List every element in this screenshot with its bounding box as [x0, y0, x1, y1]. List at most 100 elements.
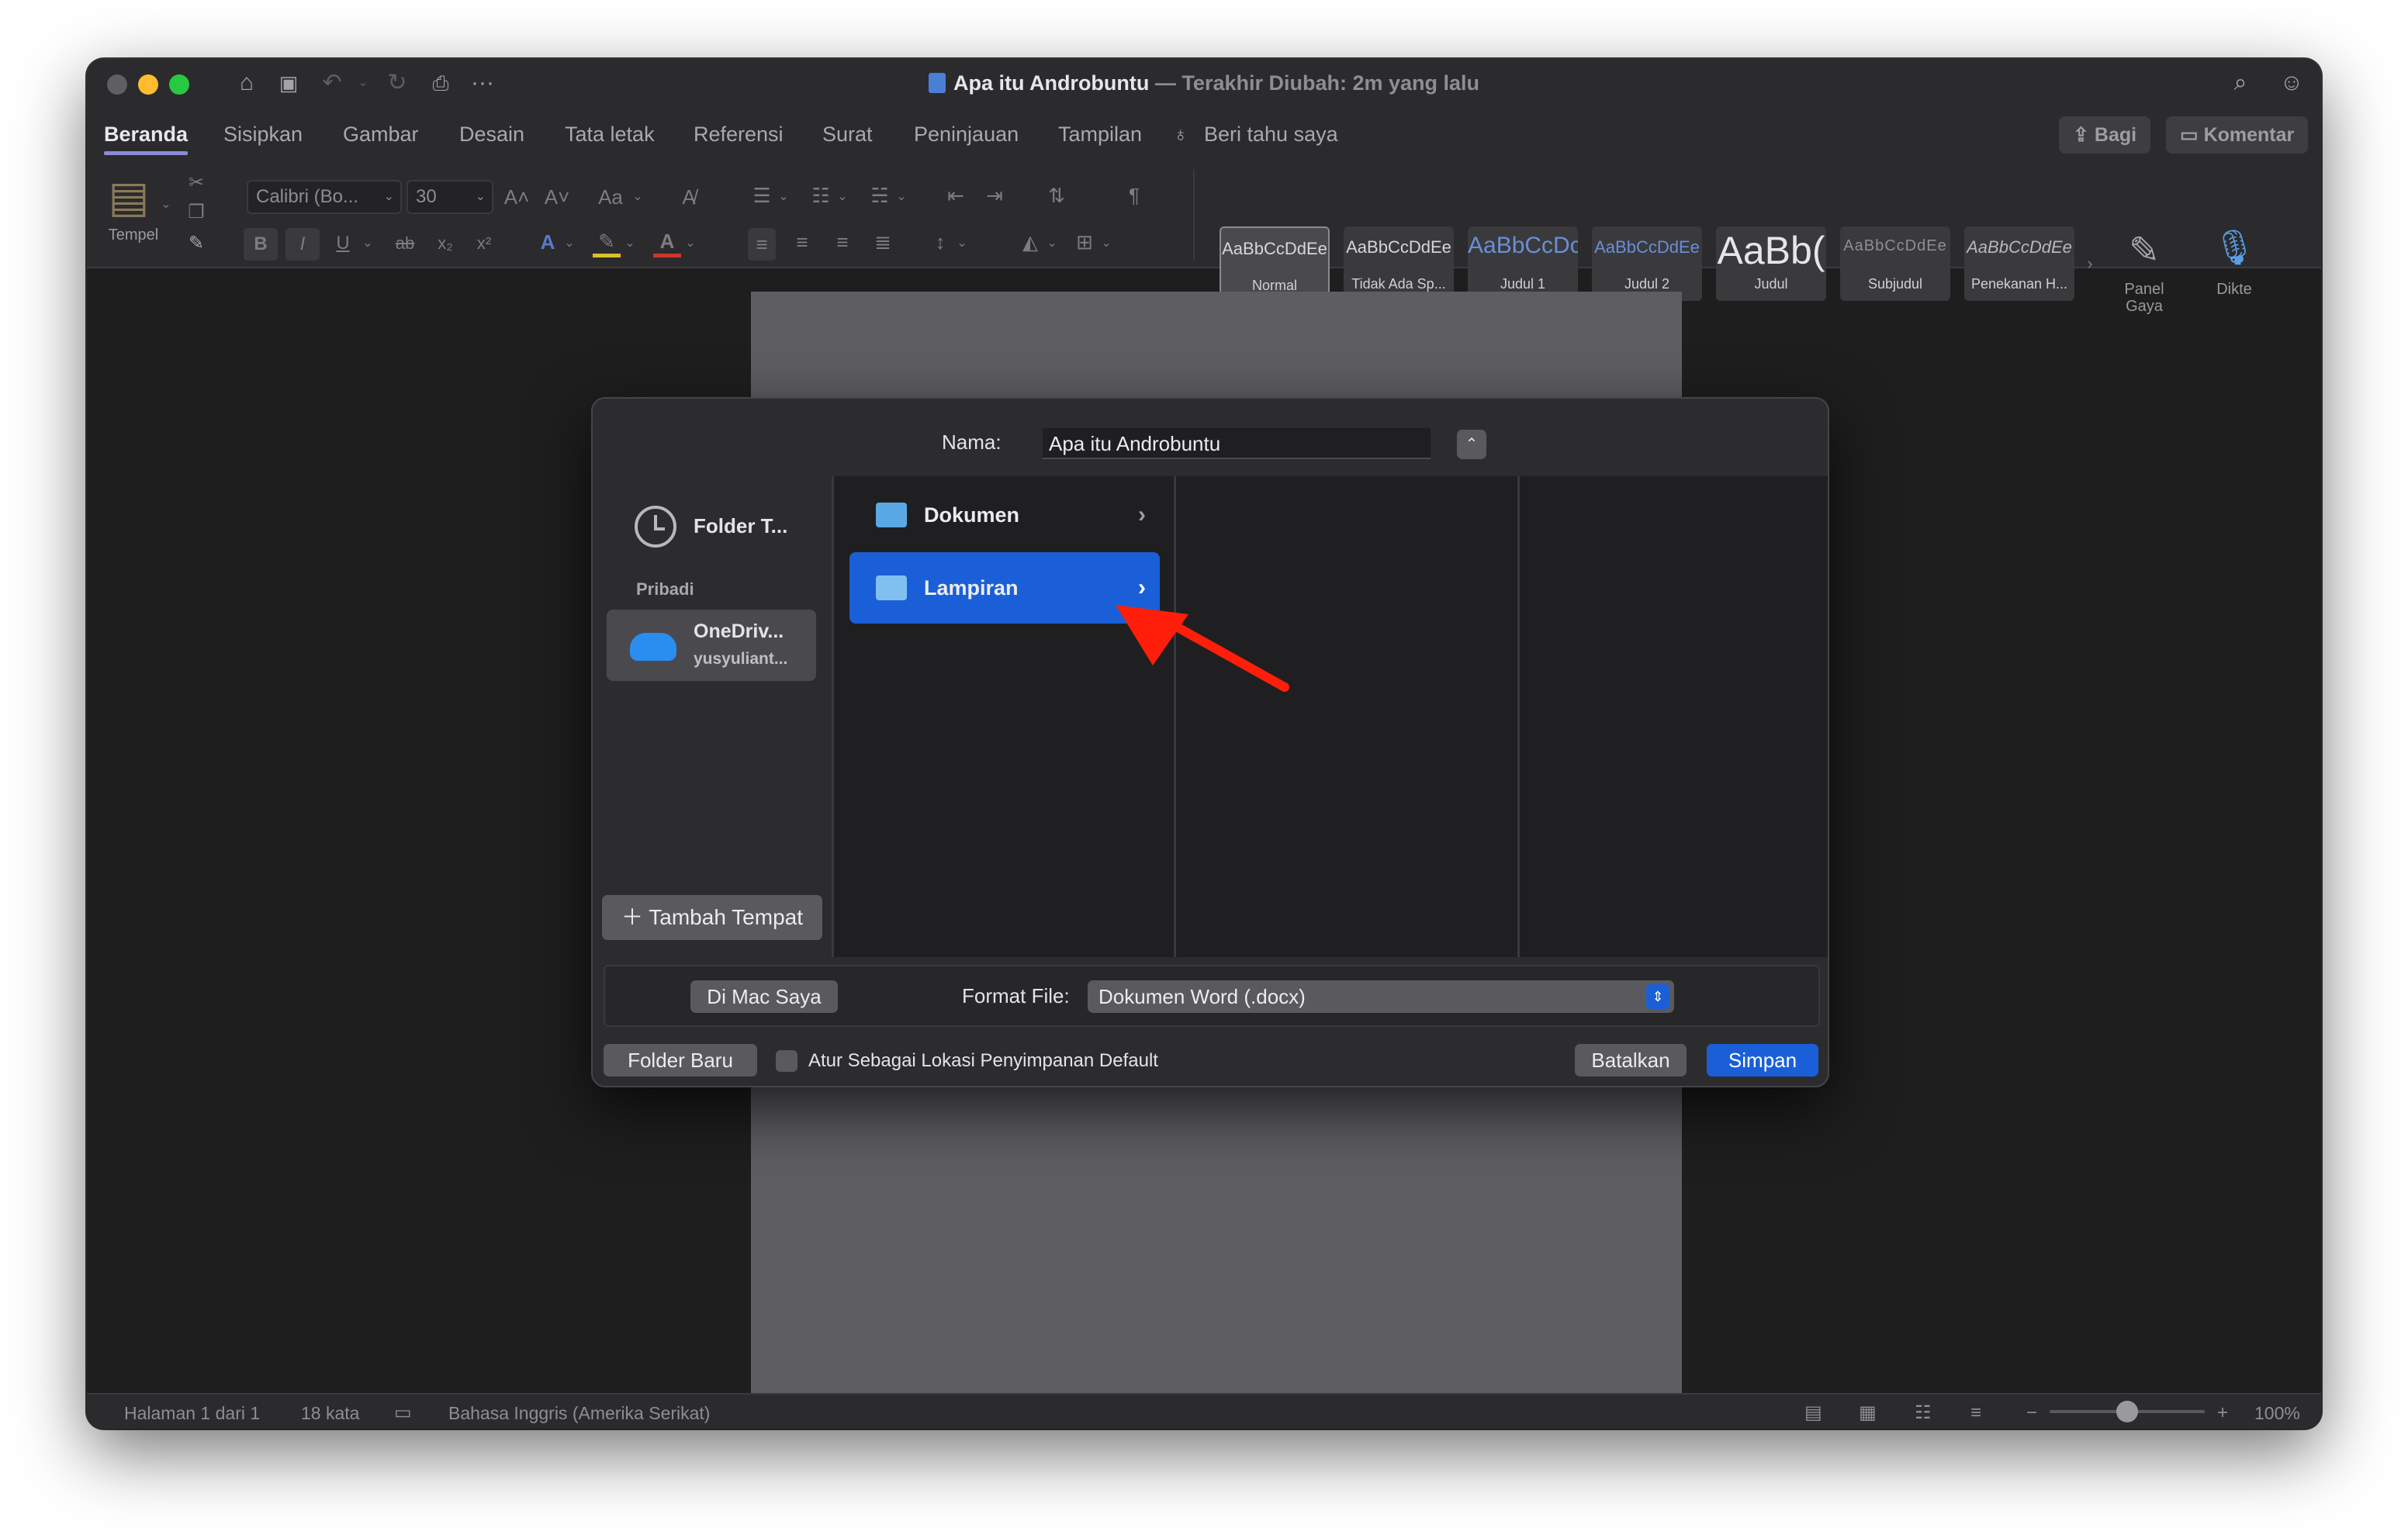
- folder-row-lampiran[interactable]: Lampiran ›: [849, 552, 1160, 624]
- chevron-down-icon[interactable]: ⌄: [1044, 230, 1060, 257]
- dialog-sidebar: Folder T... Pribadi OneDriv... yusyulian…: [593, 476, 833, 957]
- style-heading-2[interactable]: AaBbCcDdEe Judul 2: [1592, 226, 1702, 301]
- chevron-down-icon[interactable]: ⌄: [622, 230, 638, 257]
- style-subtitle[interactable]: AaBbCcDdEe Subjudul: [1840, 226, 1950, 301]
- borders-icon[interactable]: ⊞: [1069, 228, 1100, 256]
- style-title[interactable]: AaBb( Judul: [1716, 226, 1826, 301]
- decrease-indent-icon[interactable]: ⇤: [940, 181, 971, 209]
- web-layout-view-icon[interactable]: ▦: [1859, 1402, 1877, 1424]
- sidebar-item-onedrive[interactable]: OneDriv... yusyuliant...: [607, 610, 816, 681]
- style-normal[interactable]: AaBbCcDdEe Normal: [1220, 226, 1330, 301]
- zoom-out-icon[interactable]: −: [2026, 1402, 2037, 1424]
- comments-button[interactable]: ▭ Komentar: [2166, 116, 2309, 154]
- cut-icon[interactable]: ✂: [185, 169, 208, 197]
- paste-icon[interactable]: ▤: [106, 171, 152, 223]
- underline-button[interactable]: U: [327, 230, 358, 257]
- proofing-icon[interactable]: ▭: [394, 1402, 412, 1424]
- zoom-slider-track[interactable]: [2050, 1401, 2205, 1422]
- align-center-icon[interactable]: ≡: [788, 228, 816, 256]
- tab-tata-letak[interactable]: Tata letak: [565, 121, 655, 147]
- subscript-button[interactable]: x₂: [428, 230, 462, 257]
- numbering-icon[interactable]: ☷: [805, 181, 836, 209]
- share-button[interactable]: ⇪ Bagi: [2059, 116, 2151, 154]
- font-name-select[interactable]: Calibri (Bo... ⌄: [247, 180, 402, 214]
- increase-indent-icon[interactable]: ⇥: [979, 181, 1010, 209]
- highlight-icon[interactable]: ✎: [593, 228, 621, 257]
- style-heading-1[interactable]: AaBbCcDc Judul 1: [1468, 226, 1578, 301]
- chevron-down-icon[interactable]: ⌄: [894, 183, 909, 211]
- tab-peninjauan[interactable]: Peninjauan: [914, 121, 1019, 147]
- print-layout-view-icon[interactable]: ▤: [1804, 1402, 1822, 1424]
- tab-sisipkan[interactable]: Sisipkan: [223, 121, 303, 147]
- cancel-button[interactable]: Batalkan: [1575, 1044, 1687, 1077]
- share-icon: ⇪: [2073, 124, 2095, 146]
- chevron-down-icon[interactable]: ⌄: [562, 230, 577, 257]
- style-no-spacing[interactable]: AaBbCcDdEe Tidak Ada Sp...: [1344, 226, 1454, 301]
- sidebar-item-recent[interactable]: Folder T...: [694, 513, 787, 538]
- outline-view-icon[interactable]: ☷: [1915, 1402, 1932, 1424]
- bold-button[interactable]: B: [244, 228, 278, 261]
- language-status[interactable]: Bahasa Inggris (Amerika Serikat): [448, 1402, 710, 1424]
- font-size-select[interactable]: 30 ⌄: [407, 180, 493, 214]
- chevron-down-icon[interactable]: ⌄: [360, 230, 375, 257]
- on-my-mac-button[interactable]: Di Mac Saya: [690, 980, 838, 1013]
- line-spacing-icon[interactable]: ↕: [925, 228, 956, 256]
- multilevel-list-icon[interactable]: ☵: [864, 181, 895, 209]
- draft-view-icon[interactable]: ≡: [1970, 1402, 1981, 1424]
- chevron-down-icon[interactable]: ⌄: [835, 183, 850, 211]
- style-subtle-emphasis[interactable]: AaBbCcDdEe Penekanan H...: [1964, 226, 2074, 301]
- page-count[interactable]: Halaman 1 dari 1: [124, 1402, 260, 1424]
- chevron-down-icon: ⌄: [475, 190, 486, 203]
- tab-surat[interactable]: Surat: [822, 121, 873, 147]
- chevron-down-icon[interactable]: ⌄: [630, 183, 645, 211]
- italic-button[interactable]: I: [285, 228, 320, 261]
- zoom-level[interactable]: 100%: [2254, 1402, 2300, 1424]
- save-button[interactable]: Simpan: [1707, 1044, 1818, 1077]
- zoom-slider-thumb[interactable]: [2116, 1401, 2138, 1422]
- filename-input[interactable]: Apa itu Androbuntu: [1043, 428, 1431, 459]
- shrink-font-button[interactable]: A˅: [541, 183, 573, 211]
- superscript-button[interactable]: x²: [467, 230, 501, 257]
- file-format-select[interactable]: Dokumen Word (.docx) ⇕: [1088, 980, 1674, 1013]
- align-right-icon[interactable]: ≡: [829, 228, 856, 256]
- tab-desain[interactable]: Desain: [459, 121, 524, 147]
- add-place-button[interactable]: ＋ Tambah Tempat: [602, 895, 822, 940]
- save-dialog: Nama: Apa itu Androbuntu ⌃ Folder T... P…: [591, 397, 1829, 1087]
- strikethrough-button[interactable]: ab: [388, 230, 422, 257]
- paste-dropdown-icon[interactable]: ⌄: [157, 191, 175, 219]
- chevron-down-icon[interactable]: ⌄: [954, 230, 970, 257]
- zoom-in-icon[interactable]: +: [2217, 1402, 2228, 1424]
- dictate-microphone-icon[interactable]: 🎙: [2211, 225, 2258, 271]
- show-formatting-button[interactable]: ¶: [1119, 181, 1150, 209]
- tab-gambar[interactable]: Gambar: [343, 121, 419, 147]
- styles-more-chevron-icon[interactable]: ›: [2082, 250, 2098, 278]
- shading-icon[interactable]: ◭: [1015, 228, 1046, 256]
- chevron-down-icon[interactable]: ⌄: [776, 183, 791, 211]
- feedback-smiley-icon[interactable]: ☺: [2276, 70, 2307, 96]
- clear-formatting-icon[interactable]: A̸: [673, 183, 704, 211]
- tab-referensi[interactable]: Referensi: [694, 121, 784, 147]
- copy-icon[interactable]: ❐: [185, 199, 208, 226]
- text-effects-icon[interactable]: A: [534, 228, 562, 256]
- word-window: ⌂ ▣ ↶ ⌄ ↻ ⎙ ··· Apa itu Androbuntu — Ter…: [87, 59, 2321, 1429]
- default-location-checkbox[interactable]: [776, 1050, 797, 1072]
- align-left-icon[interactable]: ≡: [748, 228, 776, 261]
- change-case-button[interactable]: Aa: [591, 183, 630, 211]
- sort-icon[interactable]: ⇅: [1041, 181, 1072, 209]
- collapse-dialog-chevron-icon[interactable]: ⌃: [1457, 430, 1486, 459]
- word-count[interactable]: 18 kata: [301, 1402, 359, 1424]
- tell-me-search[interactable]: Beri tahu saya: [1204, 121, 1338, 147]
- grow-font-button[interactable]: A˄: [501, 183, 532, 211]
- bullets-icon[interactable]: ☰: [746, 181, 777, 209]
- tab-beranda[interactable]: Beranda: [104, 121, 189, 155]
- styles-pane-icon[interactable]: ✎: [2116, 228, 2172, 275]
- justify-icon[interactable]: ≣: [869, 228, 897, 256]
- folder-row-dokumen[interactable]: Dokumen ›: [849, 479, 1160, 551]
- chevron-down-icon[interactable]: ⌄: [683, 230, 698, 257]
- format-painter-icon[interactable]: ✎: [185, 230, 208, 257]
- search-icon[interactable]: ⌕: [2225, 70, 2256, 96]
- font-color-icon[interactable]: A: [653, 228, 681, 257]
- chevron-down-icon[interactable]: ⌄: [1098, 230, 1114, 257]
- tab-tampilan[interactable]: Tampilan: [1058, 121, 1142, 147]
- new-folder-button[interactable]: Folder Baru: [604, 1044, 757, 1077]
